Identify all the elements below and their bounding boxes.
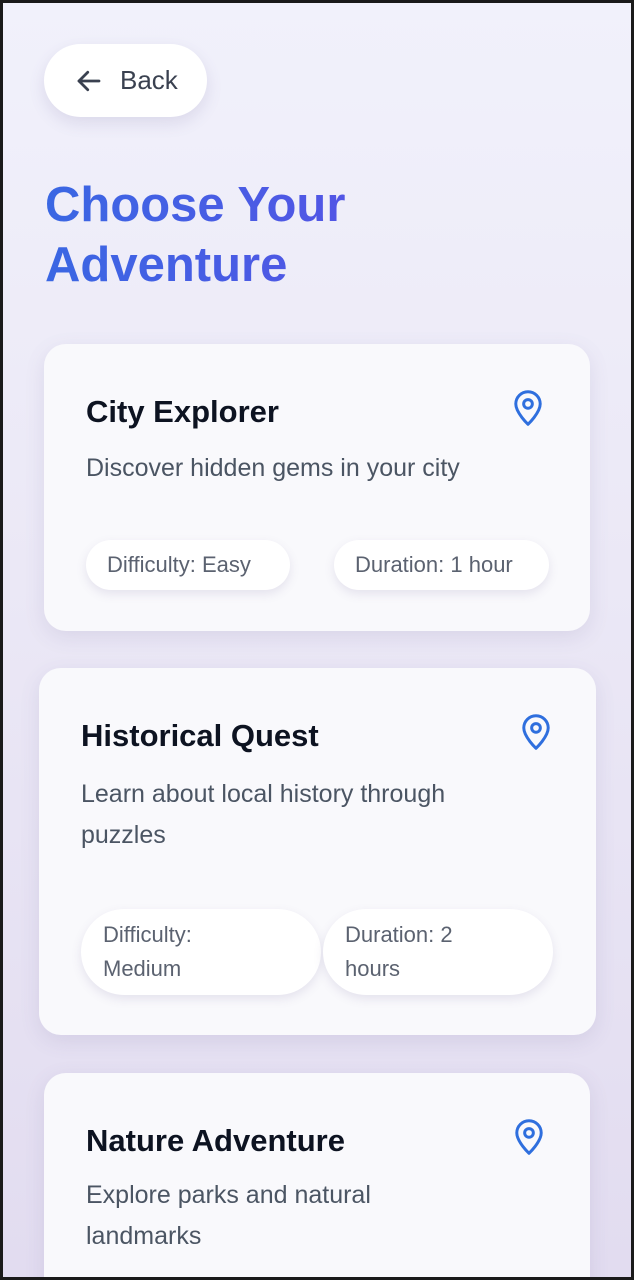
difficulty-badge: Difficulty: Medium bbox=[81, 909, 321, 995]
map-pin-icon bbox=[522, 714, 550, 750]
adventure-card-title: City Explorer bbox=[86, 394, 279, 429]
page-title: Choose Your Adventure bbox=[45, 175, 505, 295]
back-button-label: Back bbox=[120, 65, 178, 95]
adventure-card-description: Learn about local history through puzzle… bbox=[81, 780, 446, 849]
map-pin-icon bbox=[514, 390, 542, 426]
duration-badge: Duration: 2 hours bbox=[323, 909, 553, 995]
duration-badge: Duration: 1 hour bbox=[334, 540, 549, 590]
back-button[interactable]: Back bbox=[44, 44, 207, 117]
adventure-card-nature-adventure[interactable]: Nature Adventure Explore parks and natur… bbox=[44, 1073, 590, 1277]
adventure-card-city-explorer[interactable]: City Explorer Discover hidden gems in yo… bbox=[44, 344, 590, 631]
adventure-card-title: Historical Quest bbox=[81, 718, 319, 753]
adventure-card-description: Explore parks and natural landmarks bbox=[86, 1181, 371, 1250]
adventure-card-description: Discover hidden gems in your city bbox=[86, 454, 460, 482]
difficulty-badge: Difficulty: Easy bbox=[86, 540, 290, 590]
arrow-left-icon bbox=[77, 70, 101, 91]
app-screen: Back Choose Your Adventure City Explorer… bbox=[3, 3, 631, 1277]
adventure-card-title: Nature Adventure bbox=[86, 1123, 345, 1158]
map-pin-icon bbox=[515, 1119, 543, 1155]
adventure-card-historical-quest[interactable]: Historical Quest Learn about local histo… bbox=[39, 668, 596, 1035]
